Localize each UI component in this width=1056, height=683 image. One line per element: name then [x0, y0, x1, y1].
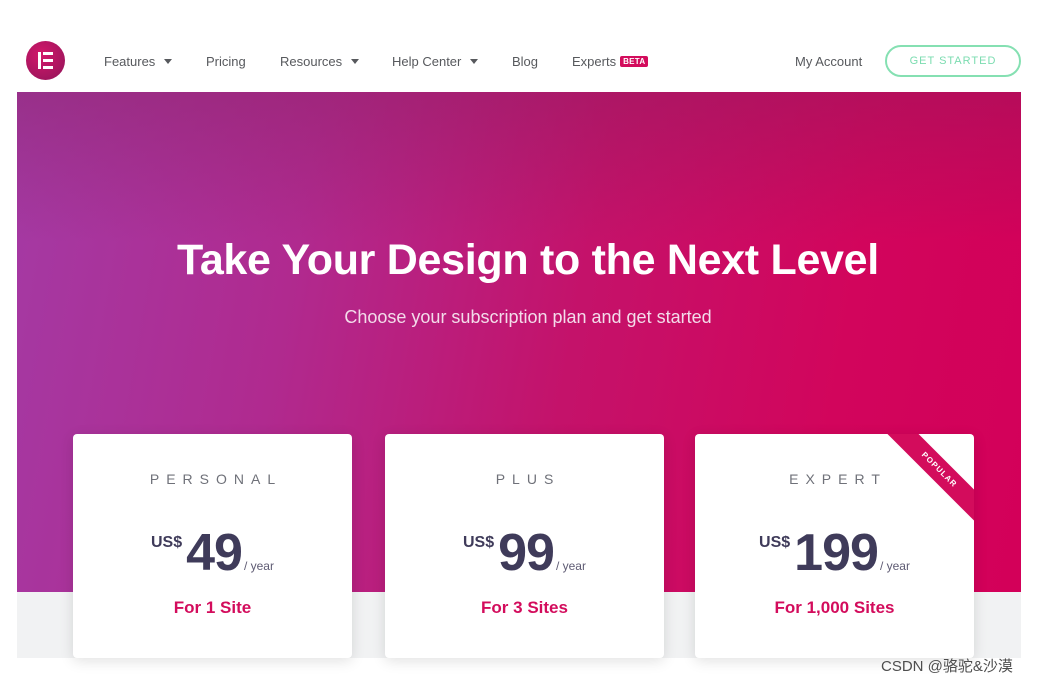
nav-item-label: Help Center [392, 54, 462, 69]
my-account-label: My Account [795, 54, 863, 69]
pricing-card-plus[interactable]: PLUS US$99/ year For 3 Sites [385, 434, 664, 658]
pricing-card-expert[interactable]: POPULAR EXPERT US$199/ year For 1,000 Si… [695, 434, 974, 658]
beta-badge: BETA [620, 56, 649, 67]
price: US$199/ year [695, 527, 974, 579]
plan-name: EXPERT [789, 471, 887, 487]
nav-item-blog[interactable]: Blog [512, 54, 538, 69]
nav-item-pricing[interactable]: Pricing [206, 54, 246, 69]
nav-item-label: Pricing [206, 54, 246, 69]
hero-title: Take Your Design to the Next Level [177, 236, 879, 284]
nav-item-label: Experts [572, 54, 617, 69]
elementor-logo-icon[interactable] [26, 41, 65, 80]
nav-item-experts[interactable]: Experts BETA [572, 54, 649, 69]
pricing-card-personal[interactable]: PERSONAL US$49/ year For 1 Site [73, 434, 352, 658]
caret-down-icon [164, 59, 173, 64]
price-amount: 49 [186, 524, 243, 582]
price-period: / year [879, 559, 910, 573]
plan-name: PERSONAL [149, 471, 283, 487]
price-currency: US$ [151, 534, 183, 551]
price-currency: US$ [463, 534, 495, 551]
plan-name: PLUS [495, 471, 561, 487]
my-account-link[interactable]: My Account [795, 54, 862, 69]
nav-item-help-center[interactable]: Help Center [392, 54, 479, 69]
nav-item-resources[interactable]: Resources [280, 54, 360, 69]
plan-sites: For 3 Sites [481, 598, 568, 617]
nav-item-label: Resources [280, 54, 343, 69]
top-navigation: Features Pricing Resources Help Center B… [0, 0, 1056, 92]
nav-item-label: Features [104, 54, 156, 69]
get-started-button[interactable]: GET STARTED [885, 45, 1021, 77]
watermark: CSDN @骆驼&沙漠 [881, 658, 1013, 675]
hero-subtitle: Choose your subscription plan and get st… [344, 307, 712, 327]
price-currency: US$ [759, 534, 791, 551]
caret-down-icon [470, 59, 479, 64]
price-period: / year [243, 559, 274, 573]
price-period: / year [555, 559, 586, 573]
plan-sites: For 1,000 Sites [774, 598, 895, 617]
nav-item-features[interactable]: Features [104, 54, 173, 69]
plan-sites: For 1 Site [173, 598, 252, 617]
caret-down-icon [351, 59, 360, 64]
price: US$99/ year [385, 527, 664, 579]
price-amount: 199 [794, 524, 879, 582]
price: US$49/ year [73, 527, 352, 579]
price-amount: 99 [498, 524, 555, 582]
nav-item-label: Blog [512, 54, 539, 69]
